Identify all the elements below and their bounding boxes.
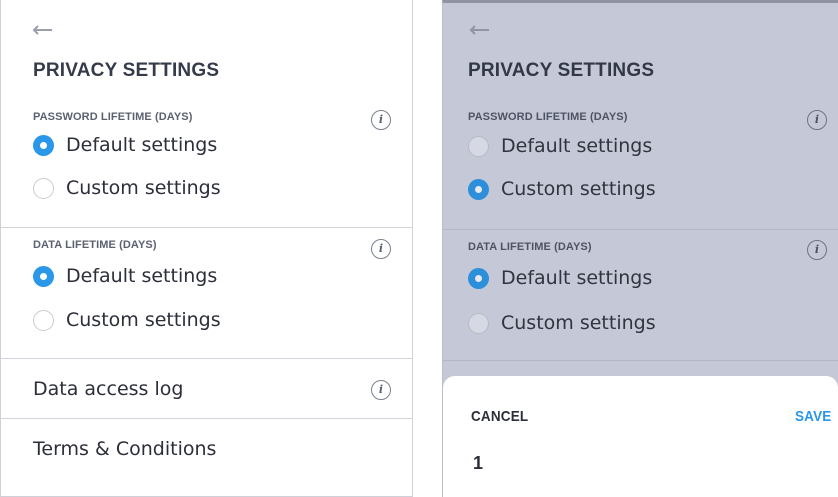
terms-link[interactable]: Terms & Conditions: [33, 438, 216, 460]
back-arrow-icon[interactable]: [31, 24, 53, 36]
cancel-button[interactable]: CANCEL: [471, 408, 528, 425]
radio-selected[interactable]: [468, 267, 489, 289]
divider: [1, 358, 412, 359]
divider: [1, 227, 412, 228]
data-custom-option[interactable]: Custom settings: [33, 307, 221, 333]
radio-selected[interactable]: [468, 178, 489, 200]
radio-selected[interactable]: [33, 134, 54, 156]
page-title: PRIVACY SETTINGS: [33, 60, 220, 81]
option-label: Default settings: [501, 135, 653, 157]
option-label: Custom settings: [501, 178, 656, 200]
radio-unselected[interactable]: [33, 177, 54, 199]
password-lifetime-label: PASSWORD LIFETIME (DAYS): [468, 111, 628, 123]
privacy-settings-screen-with-picker: PRIVACY SETTINGS PASSWORD LIFETIME (DAYS…: [442, 0, 838, 497]
option-label: Custom settings: [501, 312, 656, 334]
option-label: Custom settings: [66, 309, 221, 331]
privacy-settings-screen: PRIVACY SETTINGS PASSWORD LIFETIME (DAYS…: [0, 0, 413, 497]
password-default-option[interactable]: Default settings: [33, 132, 217, 158]
radio-unselected[interactable]: [33, 309, 54, 331]
picker-value[interactable]: 1: [473, 453, 483, 474]
page-title: PRIVACY SETTINGS: [468, 60, 655, 81]
divider: [1, 418, 412, 419]
radio-unselected[interactable]: [468, 312, 489, 334]
radio-selected[interactable]: [33, 265, 54, 287]
option-label: Default settings: [66, 134, 218, 156]
info-icon[interactable]: i: [807, 110, 827, 130]
info-icon[interactable]: i: [371, 380, 391, 400]
divider: [443, 360, 838, 361]
divider: [443, 229, 838, 230]
password-custom-option[interactable]: Custom settings: [468, 176, 656, 202]
password-lifetime-label: PASSWORD LIFETIME (DAYS): [33, 111, 193, 123]
back-arrow-icon[interactable]: [468, 24, 490, 36]
number-picker-sheet: CANCEL SAVE 1: [443, 376, 838, 497]
data-custom-option[interactable]: Custom settings: [468, 310, 656, 336]
data-access-log-link[interactable]: Data access log: [33, 378, 183, 400]
info-icon[interactable]: i: [371, 110, 391, 130]
option-label: Custom settings: [66, 177, 221, 199]
data-lifetime-label: DATA LIFETIME (DAYS): [33, 239, 157, 251]
password-custom-option[interactable]: Custom settings: [33, 175, 221, 201]
data-lifetime-label: DATA LIFETIME (DAYS): [468, 241, 592, 253]
data-default-option[interactable]: Default settings: [468, 265, 652, 291]
data-default-option[interactable]: Default settings: [33, 263, 217, 289]
option-label: Default settings: [501, 267, 653, 289]
password-default-option[interactable]: Default settings: [468, 133, 652, 159]
info-icon[interactable]: i: [807, 240, 827, 260]
option-label: Default settings: [66, 265, 218, 287]
info-icon[interactable]: i: [371, 239, 391, 259]
save-button[interactable]: SAVE: [795, 408, 831, 425]
radio-unselected[interactable]: [468, 135, 489, 157]
